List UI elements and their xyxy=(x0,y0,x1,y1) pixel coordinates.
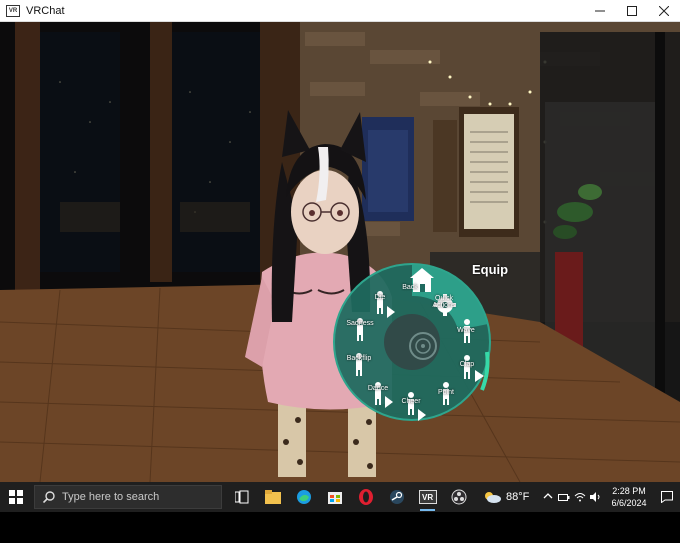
volume-icon[interactable] xyxy=(588,492,604,502)
wheel-label-back[interactable]: Back xyxy=(390,284,430,291)
weather-temperature: 88°F xyxy=(506,491,530,503)
taskbar-search-box[interactable]: Type here to search xyxy=(34,485,222,509)
search-icon xyxy=(43,491,55,503)
wheel-label-die[interactable]: Die xyxy=(360,294,400,301)
weather-widget[interactable]: 88°F xyxy=(482,490,529,504)
game-viewport[interactable]: Equip Back Quick Actions Wave Clap Point… xyxy=(0,22,680,482)
minimize-button[interactable] xyxy=(584,0,616,21)
battery-icon[interactable] xyxy=(556,492,572,502)
partly-cloudy-icon xyxy=(485,492,501,503)
file-explorer-icon[interactable] xyxy=(257,482,288,512)
wheel-label-point[interactable]: Point xyxy=(426,389,466,396)
windows-taskbar: Type here to search VR 88°F 2:28 PM 6/6/… xyxy=(0,482,680,512)
opera-icon[interactable] xyxy=(350,482,381,512)
network-icon[interactable] xyxy=(572,492,588,502)
task-view-icon[interactable] xyxy=(226,482,257,512)
svg-text:VR: VR xyxy=(422,493,433,502)
game-scene xyxy=(0,22,680,482)
screen-bottom-letterbox xyxy=(0,512,680,543)
wheel-label-sadness[interactable]: Sadness xyxy=(340,320,380,327)
equip-label: Equip xyxy=(472,262,509,277)
window-controls xyxy=(584,0,680,21)
vrchat-icon[interactable]: VR xyxy=(412,482,443,512)
window-title: VRChat xyxy=(26,4,65,17)
window-titlebar: VR VRChat xyxy=(0,0,680,22)
wheel-label-backflip[interactable]: Backflip xyxy=(339,355,379,362)
clock-date: 6/6/2024 xyxy=(611,498,647,508)
vrchat-app-icon: VR xyxy=(6,4,20,17)
obs-icon[interactable] xyxy=(443,482,474,512)
wheel-label-clap[interactable]: Clap xyxy=(447,361,487,368)
maximize-button[interactable] xyxy=(616,0,648,21)
wheel-label-cheer[interactable]: Cheer xyxy=(391,398,431,405)
clock-time: 2:28 PM xyxy=(612,486,646,496)
wheel-label-quick-actions[interactable]: Quick Actions xyxy=(424,295,464,309)
close-button[interactable] xyxy=(648,0,680,21)
wheel-label-wave[interactable]: Wave xyxy=(446,327,486,334)
notifications-icon[interactable] xyxy=(654,491,680,503)
store-icon[interactable] xyxy=(319,482,350,512)
steam-icon[interactable] xyxy=(381,482,412,512)
search-placeholder: Type here to search xyxy=(62,491,160,503)
edge-icon[interactable] xyxy=(288,482,319,512)
taskbar-clock[interactable]: 2:28 PM 6/6/2024 xyxy=(604,485,654,509)
chevron-up-icon[interactable] xyxy=(540,492,556,503)
start-button[interactable] xyxy=(0,482,32,512)
system-tray: 2:28 PM 6/6/2024 xyxy=(540,482,680,512)
wheel-label-dance[interactable]: Dance xyxy=(358,385,398,392)
windows-logo-icon xyxy=(9,490,23,504)
